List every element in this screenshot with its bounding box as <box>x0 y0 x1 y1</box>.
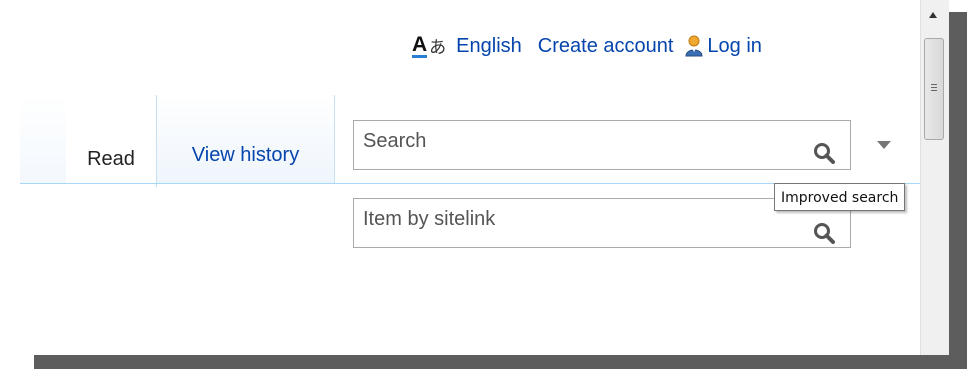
search-input[interactable] <box>354 121 794 169</box>
tab-view-history-label: View history <box>191 144 300 166</box>
personal-tools: A あ English Create account Log in <box>412 34 762 58</box>
window-shadow-right <box>949 12 967 369</box>
tab-view-history[interactable]: View history <box>157 95 335 183</box>
scrollbar-thumb[interactable] <box>924 38 944 140</box>
search-box <box>353 120 851 170</box>
tab-read[interactable]: Read <box>66 95 157 187</box>
login-link[interactable]: Log in <box>707 35 762 58</box>
screenshot: A あ English Create account Log in Read V… <box>0 0 967 369</box>
language-translate-icon[interactable]: A あ <box>412 34 446 58</box>
window-shadow-bottom <box>34 355 967 369</box>
tab-read-label: Read <box>87 148 135 170</box>
scroll-up-arrow-icon[interactable] <box>929 12 937 18</box>
create-account-link[interactable]: Create account <box>538 35 674 58</box>
browser-window: A あ English Create account Log in Read V… <box>0 0 949 355</box>
tab-strip-left-edge <box>20 95 67 183</box>
magnifier-icon[interactable] <box>812 141 836 165</box>
sitelink-search-input[interactable] <box>354 199 794 247</box>
vertical-scrollbar[interactable] <box>920 0 949 355</box>
search-tooltip: Improved search <box>774 183 906 211</box>
triangle-down-icon <box>877 141 891 149</box>
magnifier-icon[interactable] <box>812 221 836 245</box>
language-link[interactable]: English <box>456 35 522 58</box>
grip-icon <box>931 84 937 92</box>
user-icon <box>685 35 703 57</box>
